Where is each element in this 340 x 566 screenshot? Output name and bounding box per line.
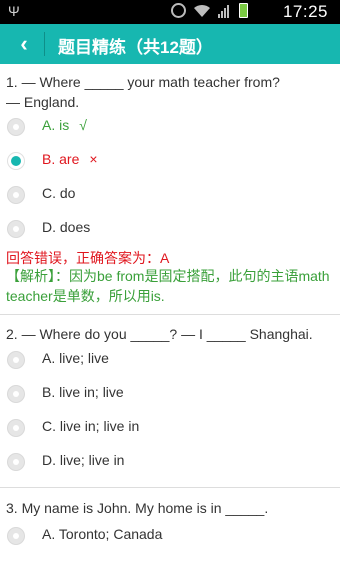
question-text: 1. — Where _____ your math teacher from?… bbox=[6, 74, 280, 110]
app-bar-divider bbox=[44, 32, 45, 56]
answer-option[interactable]: A. live; live bbox=[0, 343, 340, 377]
answer-option[interactable]: D. does bbox=[0, 212, 340, 246]
status-bar: Ψ 17:25 bbox=[0, 0, 340, 24]
wifi-icon bbox=[194, 4, 210, 17]
page-title: 题目精练（共12题） bbox=[58, 38, 213, 57]
usb-icon: Ψ bbox=[8, 3, 20, 19]
answer-explanation: 【解析】：因为be from是固定搭配，此句的主语math teacher是单数… bbox=[6, 268, 330, 304]
radio-button[interactable] bbox=[7, 419, 25, 437]
answer-option[interactable]: A. Toronto; Canada bbox=[0, 519, 340, 553]
chevron-left-icon: ‹ bbox=[20, 31, 28, 56]
clock: 17:25 bbox=[282, 2, 328, 21]
question-list[interactable]: 1. — Where _____ your math teacher from?… bbox=[0, 64, 340, 566]
option-label: B. are × bbox=[42, 151, 98, 167]
option-label: A. Toronto; Canada bbox=[42, 526, 163, 542]
option-label: D. live; live in bbox=[42, 452, 125, 468]
radio-button[interactable] bbox=[7, 385, 25, 403]
answer-option[interactable]: C. do bbox=[0, 178, 340, 212]
option-label: C. do bbox=[42, 185, 76, 201]
radio-button[interactable] bbox=[7, 186, 25, 204]
check-mark-icon: √ bbox=[79, 117, 87, 133]
option-label: B. live in; live bbox=[42, 384, 124, 400]
radio-button[interactable] bbox=[7, 453, 25, 471]
status-icons bbox=[171, 3, 248, 18]
question-text: 3. My name is John. My home is in _____. bbox=[6, 500, 269, 516]
signal-icon bbox=[218, 4, 229, 18]
option-label: D. does bbox=[42, 219, 91, 235]
divider bbox=[0, 314, 340, 315]
answer-option[interactable]: B. live in; live bbox=[0, 377, 340, 411]
alarm-icon bbox=[171, 3, 186, 18]
answer-option[interactable]: C. live in; live in bbox=[0, 411, 340, 445]
answer-option[interactable]: D. live; live in bbox=[0, 445, 340, 479]
radio-button[interactable] bbox=[7, 527, 25, 545]
radio-button[interactable] bbox=[7, 220, 25, 238]
answer-option[interactable]: B. are × bbox=[0, 144, 340, 178]
question-text: 2. — Where do you _____? — I _____ Shang… bbox=[6, 326, 313, 342]
cross-mark-icon: × bbox=[89, 151, 98, 167]
battery-icon bbox=[239, 3, 248, 18]
answer-result: 回答错误，正确答案为：A bbox=[6, 250, 170, 266]
radio-button[interactable] bbox=[7, 351, 25, 369]
option-label: A. live; live bbox=[42, 350, 109, 366]
app-bar: ‹ 题目精练（共12题） bbox=[0, 24, 340, 64]
radio-button[interactable] bbox=[7, 118, 25, 136]
option-label: A. is √ bbox=[42, 117, 87, 133]
option-label: C. live in; live in bbox=[42, 418, 140, 434]
answer-option[interactable]: A. is √ bbox=[0, 110, 340, 144]
radio-button-selected[interactable] bbox=[7, 152, 25, 170]
divider bbox=[0, 487, 340, 488]
back-button[interactable]: ‹ bbox=[10, 30, 38, 58]
